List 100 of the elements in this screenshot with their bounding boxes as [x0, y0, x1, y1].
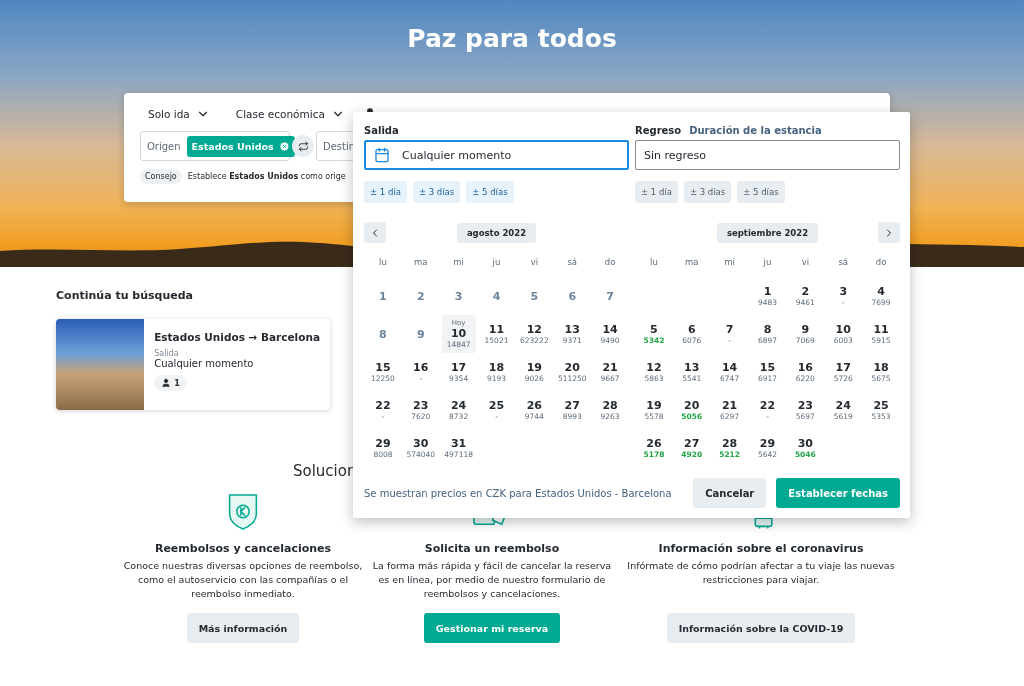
day-number: 10 [450, 327, 467, 340]
weekday-label: sá [837, 257, 850, 269]
day-number: 21 [602, 361, 618, 374]
return-date-field[interactable]: Sin regreso [635, 140, 900, 170]
swap-icon [297, 140, 309, 152]
previous-month-button[interactable] [364, 222, 386, 243]
calendar-day[interactable]: 2 [403, 277, 438, 315]
hero-title: Paz para todos [406, 24, 618, 53]
day-number: 7 [725, 323, 734, 336]
day-number: 6 [568, 289, 577, 303]
day-number: 11 [488, 323, 505, 336]
day-number: 1 [763, 285, 772, 298]
weekday-label: vi [800, 257, 811, 269]
day-number: 18 [488, 361, 505, 374]
weekday-label: vi [529, 257, 540, 269]
day-number: 12 [646, 361, 662, 374]
day-number: 9 [416, 327, 425, 341]
trip-type-dropdown[interactable]: Solo ida [140, 105, 218, 123]
calendar-day[interactable]: 1 [366, 277, 400, 315]
day-number: 4 [492, 289, 501, 303]
weekday-label: lu [378, 257, 388, 269]
swap-button[interactable] [292, 135, 314, 157]
day-number: 10 [835, 323, 851, 336]
solution-button[interactable]: Información sobre la COVID-19 [666, 613, 856, 643]
day-number: 1 [379, 289, 387, 303]
stay-duration-link[interactable]: Duración de la estancia [689, 124, 822, 136]
day-number: 11 [873, 323, 889, 336]
day-number: 20 [684, 399, 700, 412]
day-number: 17 [835, 361, 851, 374]
day-number: 22 [759, 399, 776, 412]
tip-tag: Consejo [140, 169, 182, 184]
day-number: 30 [413, 437, 429, 450]
calendar-day[interactable]: 9 [403, 315, 438, 353]
calendar-day[interactable]: 6 [555, 277, 590, 315]
day-number: 15 [759, 361, 776, 374]
day-number: 3 [839, 285, 848, 298]
day-number: 14 [602, 323, 618, 336]
passenger-icon [161, 378, 172, 388]
day-number: 20 [564, 361, 580, 374]
remove-icon [278, 140, 290, 152]
flex-days-button[interactable]: ± 3 días [412, 181, 461, 203]
calendar-day[interactable]: 5 [517, 277, 552, 315]
calendar-day[interactable]: 3 [441, 277, 476, 315]
next-month-button[interactable] [878, 222, 900, 243]
solution-title: Información sobre el coronavirus [658, 542, 864, 555]
day-number: 2 [416, 289, 425, 303]
day-number: 23 [797, 399, 813, 412]
day-number: 25 [873, 399, 889, 412]
date-value: Cualquier momento [154, 358, 254, 369]
day-number: 3 [454, 289, 463, 303]
day-number: 8 [763, 323, 772, 336]
day-number: 29 [759, 437, 776, 450]
flex-days-button[interactable]: ± 5 días [466, 181, 514, 203]
day-number: 19 [526, 361, 542, 374]
solution-description: Conoce nuestras diversas opciones de reembolso, como el autoservicio con las compañías o el reembolso inmediato. [122, 559, 364, 601]
day-number: 8 [379, 327, 387, 341]
weekday-label: ma [684, 257, 700, 269]
day-number: 5 [650, 323, 658, 336]
route-title: Estados Unidos → Barcelona [154, 331, 320, 343]
weekday-label: do [874, 257, 888, 269]
month-title: septiembre 2022 [716, 222, 819, 243]
day-number: 2 [801, 285, 810, 298]
calendar-day[interactable]: 8 [366, 315, 400, 353]
solution-button[interactable]: Más información [186, 613, 300, 643]
day-number: 24 [835, 399, 851, 412]
day-number: 5 [530, 289, 539, 303]
day-number: 27 [684, 437, 700, 450]
recent-search-card[interactable]: Estados Unidos → Barcelona Salida Cualquier momento 1 [56, 319, 330, 410]
day-number: 31 [450, 437, 467, 450]
day-number: 16 [413, 361, 429, 374]
day-number: 28 [721, 437, 738, 450]
day-number: 17 [450, 361, 467, 374]
cancel-button[interactable]: Cancelar [693, 478, 767, 508]
day-number: 25 [488, 399, 505, 412]
currency-note: Se muestran precios en CZK para Estados Unidos - Barcelona [364, 487, 672, 499]
weekday-label: lu [649, 257, 659, 269]
day-number: 18 [873, 361, 889, 374]
calendar-day[interactable]: 7 [593, 277, 627, 315]
tip-text: Establece Estados Unidos como orige [187, 172, 346, 181]
day-number: 28 [602, 399, 618, 412]
weekday-label: mi [723, 257, 736, 269]
weekday-label: ma [413, 257, 429, 269]
day-number: 19 [646, 399, 662, 412]
day-number: 29 [375, 437, 391, 450]
day-number: 26 [526, 399, 542, 412]
departure-date-field[interactable]: Cualquier momento [364, 140, 629, 170]
weekday-label: ju [491, 257, 502, 269]
day-number: 27 [564, 399, 580, 412]
solution-description: Infórmate de cómo podrían afectar a tu viaje las nuevas restricciones para viajar. [626, 559, 896, 587]
day-number: 26 [646, 437, 662, 450]
flex-days-button[interactable]: ± 1 día [364, 181, 407, 203]
day-number: 30 [797, 437, 813, 450]
day-number: 13 [564, 323, 580, 336]
solution-description: La forma más rápida y fácil de cancelar la reserva es en línea, por medio de nuestro formulario de reembolsos y cancelaciones. [372, 559, 612, 601]
solution-title: Reembolsos y cancelaciones [154, 542, 332, 555]
day-number: 4 [877, 285, 885, 298]
day-number: 9 [801, 323, 810, 336]
calendar-day[interactable]: 4 [479, 277, 514, 315]
weekday-label: sá [566, 257, 579, 269]
cabin-class-dropdown[interactable]: Clase económica [227, 105, 353, 123]
